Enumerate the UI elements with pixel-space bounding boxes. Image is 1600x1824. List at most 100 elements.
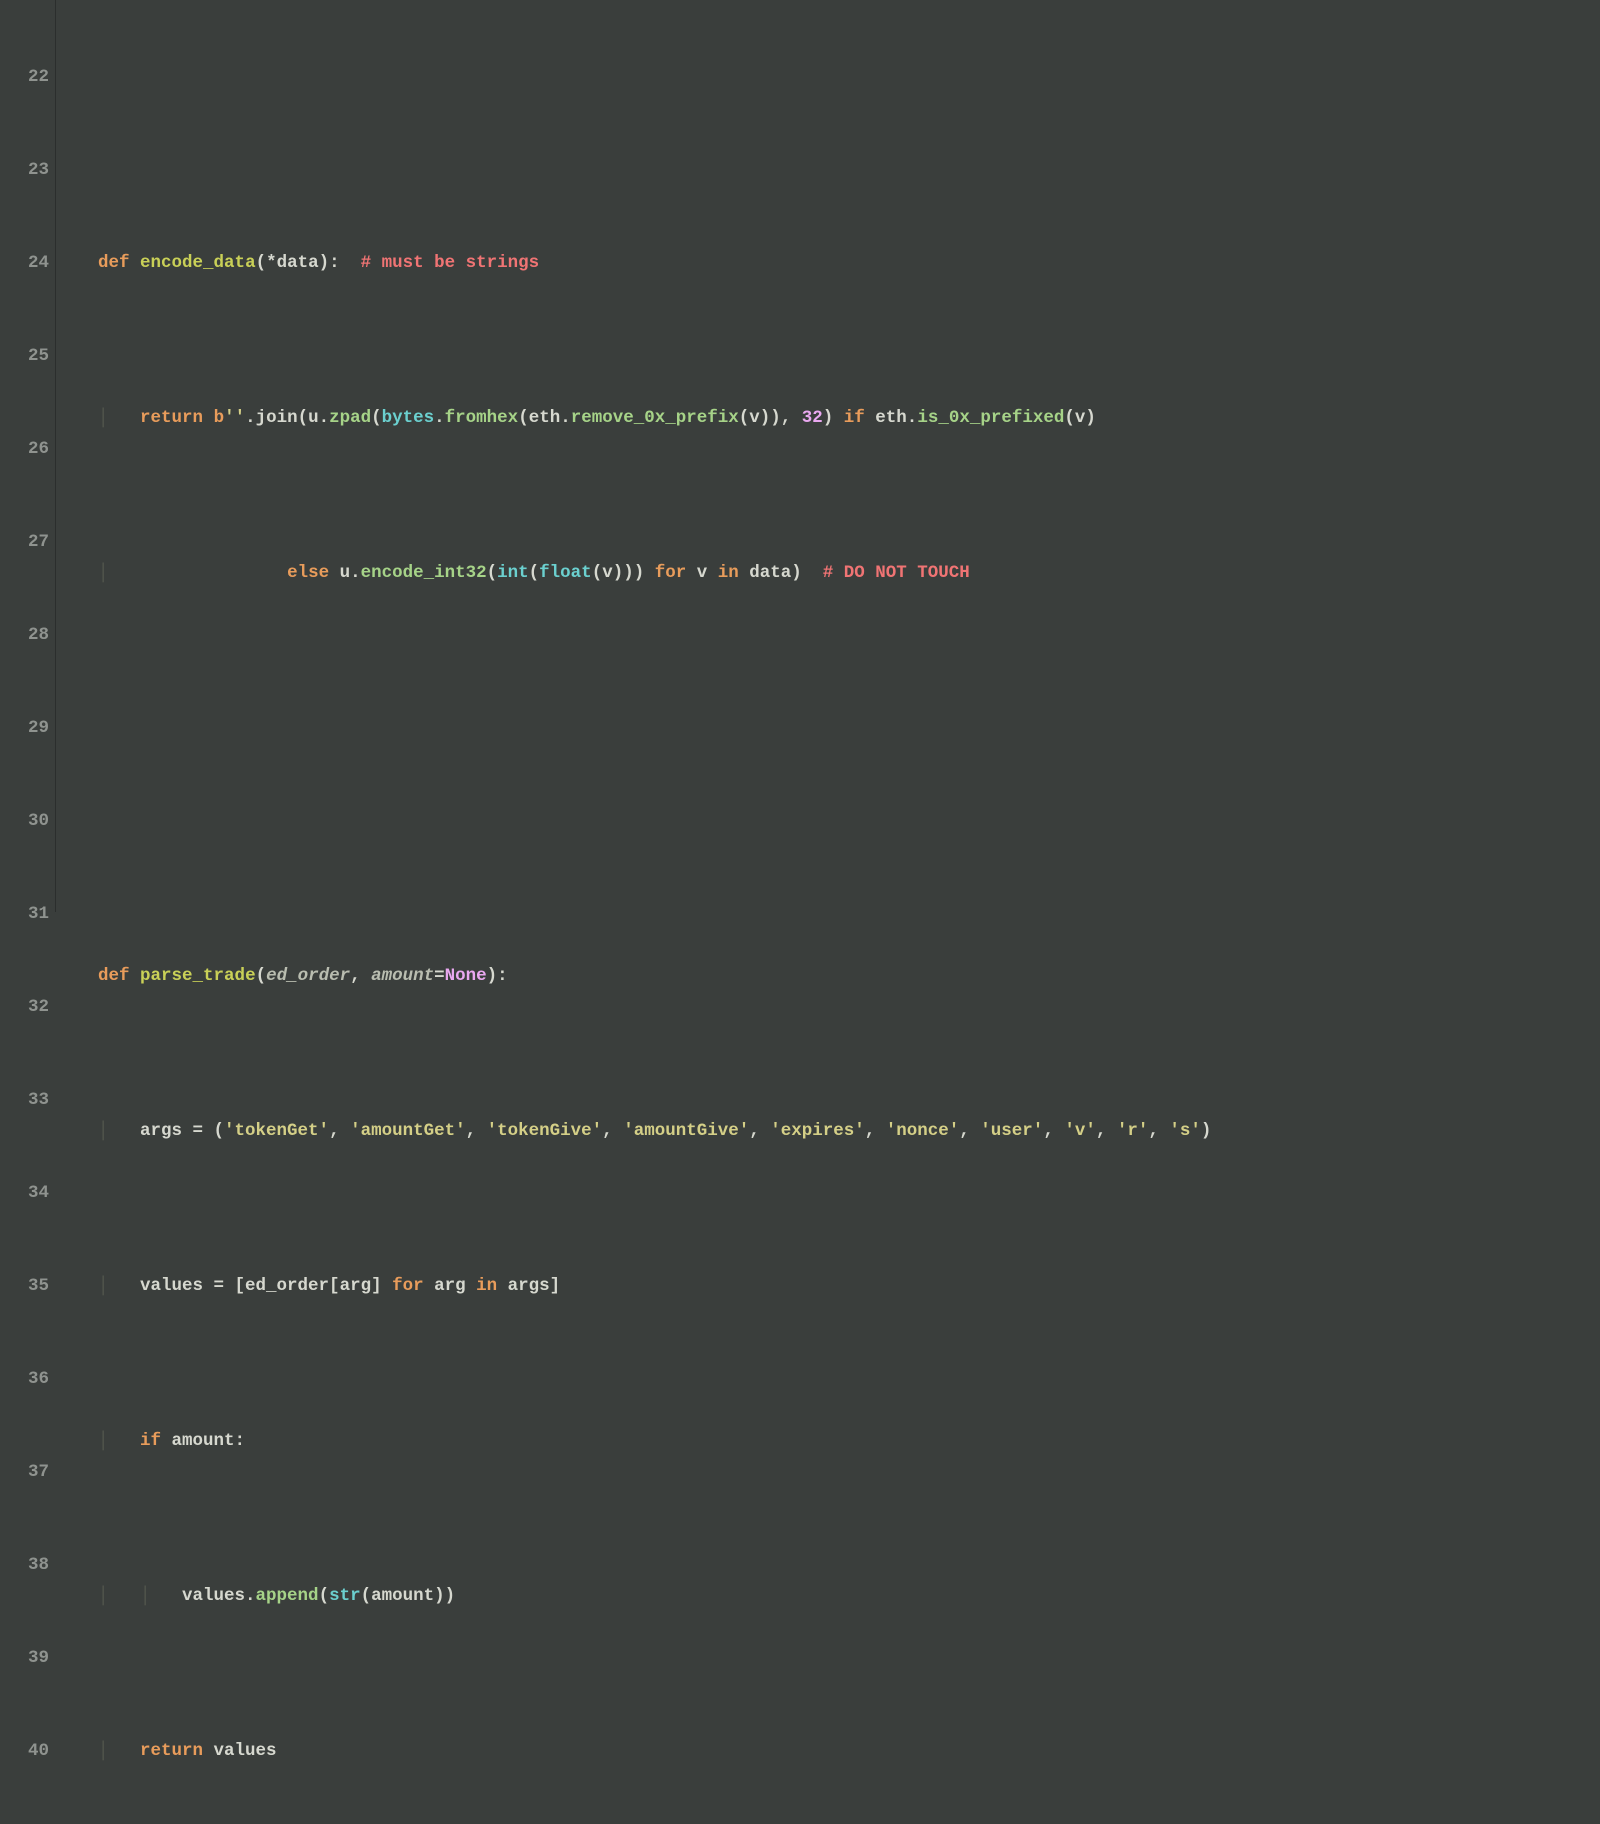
punct: (: [256, 966, 267, 986]
code-line[interactable]: │ return values: [56, 1736, 1600, 1767]
string: 'amountGive': [623, 1121, 749, 1141]
keyword-if: if: [844, 408, 865, 428]
punct: ,: [1096, 1121, 1117, 1141]
token: args]: [497, 1276, 560, 1296]
param: ed_order: [266, 966, 350, 986]
builtin: str: [329, 1586, 361, 1606]
code-line[interactable]: │ return b''.join(u.zpad(bytes.fromhex(e…: [56, 403, 1600, 434]
punct: ,: [959, 1121, 980, 1141]
code-line[interactable]: │ if amount:: [56, 1426, 1600, 1457]
line-number: 29: [0, 713, 49, 744]
token: .join(u.: [245, 408, 329, 428]
code-line[interactable]: def encode_data(*data): # must be string…: [56, 248, 1600, 279]
string: '': [224, 408, 245, 428]
line-number: 22: [0, 62, 49, 93]
builtin: float: [539, 563, 592, 583]
call: encode_int32: [361, 563, 487, 583]
line-number: 26: [0, 434, 49, 465]
token: u.: [329, 563, 361, 583]
code-line[interactable]: │ │ values.append(str(amount)): [56, 1581, 1600, 1612]
param: amount: [371, 966, 434, 986]
string: 'tokenGet': [224, 1121, 329, 1141]
line-number: 25: [0, 341, 49, 372]
code-line[interactable]: │ values = [ed_order[arg] for arg in arg…: [56, 1271, 1600, 1302]
token: (eth.: [518, 408, 571, 428]
line-number: 37: [0, 1457, 49, 1488]
token: data): [739, 563, 823, 583]
bytes-prefix: b: [214, 408, 225, 428]
token: v: [686, 563, 718, 583]
number: 32: [802, 408, 823, 428]
call: append: [256, 1586, 319, 1606]
punct: ,: [1148, 1121, 1169, 1141]
punct: ,: [329, 1121, 350, 1141]
code-line[interactable]: │ args = ('tokenGet', 'amountGet', 'toke…: [56, 1116, 1600, 1147]
punct: ):: [487, 966, 508, 986]
line-number: 34: [0, 1178, 49, 1209]
keyword-if: if: [140, 1431, 161, 1451]
code-line[interactable]: [56, 806, 1600, 837]
line-number-gutter: 22 23 24 25 26 27 28 29 30 31 32 33 34 3…: [0, 0, 56, 912]
keyword-for: for: [392, 1276, 424, 1296]
call: remove_0x_prefix: [571, 408, 739, 428]
token: amount:: [161, 1431, 245, 1451]
token: (amount)): [361, 1586, 456, 1606]
line-number: 35: [0, 1271, 49, 1302]
punct: .: [434, 408, 445, 428]
keyword-def: def: [98, 253, 130, 273]
token: (v): [1064, 408, 1096, 428]
code-line[interactable]: def parse_trade(ed_order, amount=None):: [56, 961, 1600, 992]
line-number: 27: [0, 527, 49, 558]
line-number: 36: [0, 1364, 49, 1395]
string: 's': [1169, 1121, 1201, 1141]
none: None: [445, 966, 487, 986]
token: eth.: [865, 408, 918, 428]
token: (v)),: [739, 408, 802, 428]
line-number: 40: [0, 1736, 49, 1767]
builtin: int: [497, 563, 529, 583]
line-number: 30: [0, 806, 49, 837]
keyword-return: return: [140, 408, 203, 428]
string: 'amountGet': [350, 1121, 466, 1141]
params: (*data):: [256, 253, 340, 273]
token: arg: [424, 1276, 477, 1296]
code-editor[interactable]: 22 23 24 25 26 27 28 29 30 31 32 33 34 3…: [0, 0, 1600, 912]
fn-name: encode_data: [140, 253, 256, 273]
punct: ,: [350, 966, 371, 986]
token: values = [ed_order[arg]: [140, 1276, 392, 1296]
punct: ,: [749, 1121, 770, 1141]
line-number: 24: [0, 248, 49, 279]
token: values.: [182, 1586, 256, 1606]
keyword-def: def: [98, 966, 130, 986]
string: 'r': [1117, 1121, 1149, 1141]
punct: (: [487, 563, 498, 583]
punct: (: [529, 563, 540, 583]
string: 'nonce': [886, 1121, 960, 1141]
code-line[interactable]: │ else u.encode_int32(int(float(v))) for…: [56, 558, 1600, 589]
line-number: 31: [0, 899, 49, 930]
keyword-in: in: [718, 563, 739, 583]
line-number: 28: [0, 620, 49, 651]
code-line[interactable]: [56, 93, 1600, 124]
string: 'v': [1064, 1121, 1096, 1141]
keyword-in: in: [476, 1276, 497, 1296]
token: values: [203, 1741, 277, 1761]
string: 'expires': [770, 1121, 865, 1141]
fn-name: parse_trade: [140, 966, 256, 986]
keyword-for: for: [655, 563, 687, 583]
punct: =: [434, 966, 445, 986]
token: (v))): [592, 563, 655, 583]
punct: ,: [466, 1121, 487, 1141]
punct: (: [371, 408, 382, 428]
comment: # DO NOT TOUCH: [823, 563, 970, 583]
code-line[interactable]: [56, 713, 1600, 744]
line-number: 38: [0, 1550, 49, 1581]
line-number: 39: [0, 1643, 49, 1674]
punct: ): [823, 408, 844, 428]
call: fromhex: [445, 408, 519, 428]
comment: # must be strings: [361, 253, 540, 273]
builtin: bytes: [382, 408, 435, 428]
punct: ,: [865, 1121, 886, 1141]
call: zpad: [329, 408, 371, 428]
code-area[interactable]: def encode_data(*data): # must be string…: [56, 0, 1600, 912]
